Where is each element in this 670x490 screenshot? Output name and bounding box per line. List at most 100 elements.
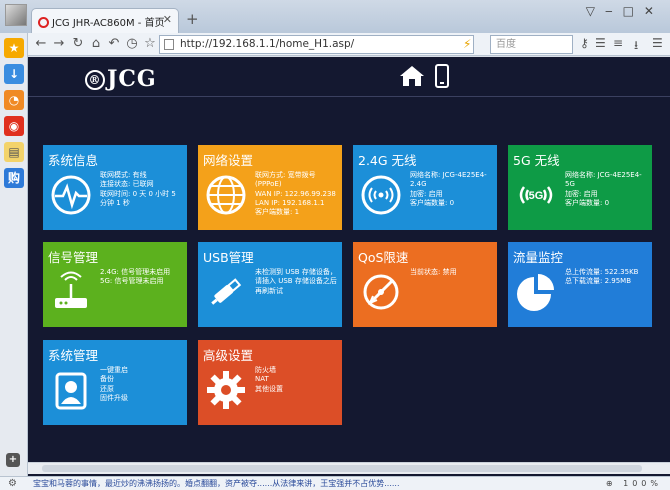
bookmark-star-icon[interactable]: ☆ (142, 35, 158, 53)
logo-mark: ® (85, 70, 105, 90)
wifi-icon (361, 175, 401, 215)
tile-qos[interactable]: QoS限速 当前状态: 禁用 (353, 242, 497, 327)
tile-signal-management[interactable]: 信号管理 2.4G: 信号管理未启用 5G: 信号管理未启用 (43, 242, 187, 327)
logo-text: JCG (107, 66, 157, 92)
download-icon[interactable]: ⭳ (634, 36, 638, 57)
weibo-icon[interactable]: ◉ (4, 116, 24, 136)
tile-info: 当前状态: 禁用 (410, 268, 495, 277)
new-tab-button[interactable]: + (186, 10, 199, 28)
tile-title: 5G 无线 (513, 153, 560, 168)
bookmarks-icon[interactable]: ≡ (613, 36, 623, 50)
tile-info: 防火墙 NAT 其他设置 (255, 366, 340, 394)
status-bar: ⚙ 宝宝和马蓉的事情，最近炒的沸沸扬扬的。婚点翻翻，资产被夺......从法律来… (0, 476, 670, 490)
info-line: 网络名称: JCG-4E25E4-5G (565, 171, 642, 189)
download-manager-icon[interactable]: ↓ (4, 64, 24, 84)
info-line: 联网模式: 有线 (100, 171, 147, 179)
tile-title: QoS限速 (358, 250, 409, 265)
close-tab-icon[interactable]: ✕ (163, 13, 172, 26)
tile-system-info[interactable]: 系统信息 联网模式: 有线 连接状态: 已联网 联网时间: 0 天 0 小时 5… (43, 145, 187, 230)
info-line: 固件升级 (100, 393, 128, 402)
info-line: 当前状态: 禁用 (410, 268, 457, 276)
zoom-level[interactable]: 100% (623, 479, 662, 488)
status-message[interactable]: 宝宝和马蓉的事情，最近炒的沸沸扬扬的。婚点翻翻，资产被夺......从法律来讲，… (33, 477, 400, 490)
tile-network-settings[interactable]: 网络设置 联网方式: 宽带拨号(PPPoE) WAN IP: 122.96.99… (198, 145, 342, 230)
url-text: http://192.168.1.1/home_H1.asp/ (180, 38, 355, 50)
info-line: 防火墙 (255, 366, 276, 374)
browser-sidebar: ★ ↓ ◔ ◉ ▤ 购 (0, 33, 28, 476)
shopping-icon[interactable]: 购 (4, 168, 24, 188)
browser-tab-bar: JCG JHR-AC860M - 首页 ✕ + ▽‒□✕ (0, 0, 670, 33)
address-bar[interactable]: http://192.168.1.1/home_H1.asp/ (159, 35, 474, 54)
info-line: 网络名称: JCG-4E25E4-2.4G (410, 171, 487, 189)
rss-icon[interactable]: ◔ (4, 90, 24, 110)
tile-info: 联网模式: 有线 连接状态: 已联网 联网时间: 0 天 0 小时 5 分钟 1… (100, 171, 185, 208)
tile-title: 系统管理 (48, 348, 99, 363)
info-line: 一键重启 (100, 366, 128, 374)
history-icon[interactable]: ◷ (124, 35, 140, 53)
info-line: WAN IP: 122.96.99.238 (255, 189, 336, 198)
tile-system-management[interactable]: 系统管理 一键重启 备份 还原 固件升级 (43, 340, 187, 425)
info-line: 2.4G: 信号管理未启用 (100, 268, 171, 276)
lightning-icon[interactable]: ⚡ (463, 37, 471, 51)
more-icon[interactable]: ☰ (652, 36, 663, 50)
notes-icon[interactable]: ▤ (4, 142, 24, 162)
forward-icon[interactable]: → (51, 35, 67, 53)
user-avatar[interactable] (5, 4, 27, 26)
usb-icon (211, 278, 242, 305)
tile-info: 联网方式: 宽带拨号(PPPoE) WAN IP: 122.96.99.238 … (255, 171, 340, 217)
horizontal-scrollbar[interactable] (28, 462, 670, 474)
tile-wifi-5g[interactable]: 5G 无线 5G 网络名称: JCG-4E25E4-5G 加密: 启用 客户端数… (508, 145, 652, 230)
navigation-bar: ← → ↻ ⌂ ↶ ◷ ☆ http://192.168.1.1/home_H1… (0, 33, 670, 56)
home-icon[interactable] (399, 64, 425, 88)
scrollbar-thumb[interactable] (42, 465, 642, 472)
gear-icon (207, 371, 245, 409)
search-placeholder: 百度 (496, 39, 516, 50)
tile-info: 网络名称: JCG-4E25E4-2.4G 加密: 启用 客户端数量: 0 (410, 171, 495, 208)
tab-title: JCG JHR-AC860M - 首页 (52, 18, 165, 29)
status-right: ⊕ 100% (605, 479, 662, 488)
tile-info: 总上传流量: 522.35KB 总下载流量: 2.95MB (565, 268, 650, 287)
tile-title: 高级设置 (203, 348, 254, 363)
tile-title: USB管理 (203, 250, 254, 265)
key-icon[interactable]: ⚷ (580, 36, 589, 50)
header-divider (28, 96, 670, 97)
pie-chart-icon (517, 274, 554, 311)
favorites-star-icon[interactable]: ★ (4, 38, 24, 58)
undo-icon[interactable]: ↶ (106, 35, 122, 53)
info-line: 未检测到 USB 存储设备，请插入 USB 存储设备之后再刷新试 (255, 268, 337, 295)
tile-usb-management[interactable]: USB管理 未检测到 USB 存储设备，请插入 USB 存储设备之后再刷新试 (198, 242, 342, 327)
info-line: 5G: 信号管理未启用 (100, 277, 164, 286)
info-line: 总上传流量: 522.35KB (565, 268, 639, 276)
info-line: 还原 (100, 384, 114, 393)
router-admin-page: ® JCG 系统信息 联网模式: 有线 连接状态: 已联网 联网时间: 0 天 0… (28, 57, 670, 476)
tile-title: 系统信息 (48, 153, 99, 168)
settings-gear-icon[interactable]: ⚙ (8, 477, 17, 490)
tile-title: 信号管理 (48, 250, 99, 265)
add-icon[interactable]: + (6, 453, 20, 467)
info-line: 加密: 启用 (410, 189, 443, 198)
mobile-icon[interactable] (435, 64, 449, 88)
menu-icon[interactable]: ☰ (595, 36, 606, 50)
search-input[interactable]: 百度 (490, 35, 573, 54)
info-line: 客户端数量: 1 (255, 208, 300, 217)
info-line: 客户端数量: 0 (565, 198, 610, 207)
browser-tab[interactable]: JCG JHR-AC860M - 首页 ✕ (31, 8, 179, 33)
refresh-icon[interactable]: ↻ (70, 35, 86, 53)
info-line: 联网时间: 0 天 0 小时 5 分钟 1 秒 (100, 189, 176, 207)
tile-title: 网络设置 (203, 153, 254, 168)
info-line: 备份 (100, 375, 114, 384)
back-icon[interactable]: ← (33, 35, 49, 53)
router-icon (55, 271, 87, 308)
sidebar-bottom: + (0, 453, 28, 476)
info-line: 加密: 启用 (565, 189, 598, 198)
info-line: 客户端数量: 0 (410, 198, 455, 207)
favicon-icon (38, 17, 49, 28)
tile-info: 2.4G: 信号管理未启用 5G: 信号管理未启用 (100, 268, 185, 287)
tile-traffic-monitor[interactable]: 流量监控 总上传流量: 522.35KB 总下载流量: 2.95MB (508, 242, 652, 327)
window-controls[interactable]: ▽‒□✕ (586, 4, 664, 18)
tile-wifi-24g[interactable]: 2.4G 无线 网络名称: JCG-4E25E4-2.4G 加密: 启用 客户端… (353, 145, 497, 230)
info-line: 连接状态: 已联网 (100, 180, 154, 189)
tile-advanced-settings[interactable]: 高级设置 防火墙 NAT 其他设置 (198, 340, 342, 425)
tile-info: 未检测到 USB 存储设备，请插入 USB 存储设备之后再刷新试 (255, 268, 340, 296)
home-icon[interactable]: ⌂ (88, 35, 104, 53)
